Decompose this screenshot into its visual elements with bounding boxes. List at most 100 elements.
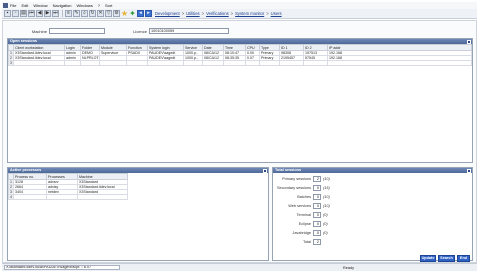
search-button[interactable]: Search <box>438 255 455 262</box>
terminal-limit: (0) <box>323 212 328 217</box>
back-icon[interactable]: ◂ <box>137 10 144 17</box>
first-record-icon[interactable]: ⏮ <box>28 10 35 17</box>
breadcrumb-verifications[interactable]: Verifications <box>206 11 229 16</box>
web-services-label: Web services <box>288 203 311 208</box>
table-cell[interactable] <box>223 60 246 66</box>
open-sessions-title-text: Open sessions <box>10 39 38 43</box>
table-cell[interactable] <box>147 60 184 66</box>
total-sessions-title-text: Total sessions <box>275 168 302 172</box>
zoom-icon[interactable]: ⌕ <box>81 10 88 17</box>
previous-record-icon[interactable]: ◀ <box>36 10 43 17</box>
favorite-star-icon[interactable]: ★ <box>121 9 128 17</box>
batches-limit: (10) <box>323 194 330 199</box>
panel-pin-icon[interactable] <box>467 168 471 173</box>
total-row: Total 2 <box>273 238 472 245</box>
licence-label: Licence <box>133 28 147 34</box>
open-sessions-title: Open sessions <box>8 39 472 44</box>
toolbar-divider <box>62 10 63 17</box>
secondary-sessions-value: 0 <box>313 184 321 191</box>
table-cell[interactable] <box>80 60 100 66</box>
licence-input[interactable]: 10010100059 <box>149 28 229 34</box>
table-cell[interactable] <box>46 194 78 200</box>
menu-navigation[interactable]: Navigation <box>53 3 72 8</box>
secondary-sessions-label: Secondary sessions <box>277 185 311 190</box>
delete-icon[interactable]: ✕ <box>97 10 104 17</box>
add-favorite-icon[interactable]: ✦ <box>129 9 136 17</box>
eclipse-label: Eclipse <box>298 221 311 226</box>
batches-value: 0 <box>313 193 321 200</box>
machine-input[interactable] <box>49 28 105 34</box>
table-cell[interactable] <box>99 60 127 66</box>
table-cell[interactable] <box>126 60 148 66</box>
table-cell[interactable] <box>13 60 65 66</box>
breadcrumb-utilities[interactable]: Utilities <box>186 11 200 16</box>
update-button[interactable]: Update <box>420 255 436 262</box>
web-services-row: Web services 0 (10) <box>273 202 472 209</box>
table-cell[interactable] <box>202 60 224 66</box>
main-frame: Machine Licence 10010100059 Open session… <box>2 20 477 263</box>
table-cell[interactable] <box>259 60 280 66</box>
forward-icon[interactable]: ▸ <box>145 10 152 17</box>
table-cell[interactable] <box>303 60 328 66</box>
total-sessions-title: Total sessions <box>273 168 472 173</box>
table-row[interactable]: 4 <box>8 194 128 200</box>
filter-icon[interactable]: ▽ <box>105 10 112 17</box>
options-icon[interactable]: ⚙ <box>113 10 120 17</box>
breadcrumb-users[interactable]: Users <box>271 11 282 16</box>
table-cell[interactable] <box>64 60 81 66</box>
machine-field-row: Machine <box>21 28 105 34</box>
comment-icon[interactable]: ✎ <box>73 10 80 17</box>
table-cell[interactable] <box>279 60 304 66</box>
table-cell[interactable] <box>183 60 203 66</box>
javabridge-label: Javabridge <box>292 230 311 235</box>
machine-label: Machine <box>31 28 47 34</box>
last-record-icon[interactable]: ⏭ <box>52 10 59 17</box>
total-value: 2 <box>313 238 321 245</box>
breadcrumb-separator: > <box>266 11 269 16</box>
eclipse-row: Eclipse 0 (0) <box>273 220 472 227</box>
end-button[interactable]: End <box>457 255 470 262</box>
attach-icon[interactable]: ≡ <box>65 10 72 17</box>
breadcrumb: Development > Utilities > Verifications … <box>155 11 282 16</box>
table-cell[interactable] <box>13 194 47 200</box>
menu-sort[interactable]: Sort <box>105 3 112 8</box>
table-cell[interactable] <box>77 194 128 200</box>
panel-pin-icon[interactable] <box>467 39 471 44</box>
save-icon[interactable]: ▪ <box>4 10 11 17</box>
active-processes-title: Active processes <box>8 168 268 173</box>
table-row[interactable]: 3 <box>8 60 472 66</box>
table-cell[interactable] <box>327 60 472 66</box>
javabridge-limit: (0) <box>323 230 328 235</box>
breadcrumb-system-monitor[interactable]: System monitor <box>235 11 264 16</box>
status-path: X3standard.ildev.local\PAUDEV\sagedt\sql… <box>4 265 120 270</box>
menu-edit[interactable]: Edit <box>21 3 28 8</box>
javabridge-row: Javabridge 0 (0) <box>273 229 472 236</box>
panel-pin-icon[interactable] <box>263 168 267 173</box>
open-sessions-table: Client workstation Login Folder Module F… <box>8 44 472 66</box>
menu-file[interactable]: File <box>10 3 16 8</box>
terminal-row: Terminal 0 (0) <box>273 211 472 218</box>
menu-bar: File Edit Window Navigation Windows ? So… <box>2 2 477 9</box>
batches-label: Batches <box>297 194 311 199</box>
breadcrumb-development[interactable]: Development <box>155 11 180 16</box>
menu-window[interactable]: Window <box>33 3 47 8</box>
copy-icon[interactable]: ▫ <box>12 10 19 17</box>
refresh-icon[interactable]: ↻ <box>89 10 96 17</box>
menu-help[interactable]: ? <box>98 3 100 8</box>
table-cell[interactable] <box>245 60 260 66</box>
active-processes-title-text: Active processes <box>10 168 42 172</box>
terminal-label: Terminal <box>296 212 311 217</box>
primary-sessions-limit: (10) <box>323 176 330 181</box>
table-cell[interactable]: NLPRLOT <box>80 55 100 61</box>
javabridge-value: 0 <box>313 229 321 236</box>
menu-windows[interactable]: Windows <box>77 3 93 8</box>
print-icon[interactable]: ▤ <box>20 10 27 17</box>
secondary-sessions-limit: (15) <box>323 185 330 190</box>
total-sessions-panel: Total sessions Primary sessions 2 (10) S… <box>272 167 473 261</box>
eclipse-limit: (0) <box>323 221 328 226</box>
open-sessions-panel: Open sessions Client workstation Login F… <box>7 38 473 163</box>
status-ready: Ready <box>343 265 354 270</box>
next-record-icon[interactable]: ▶ <box>44 10 51 17</box>
batches-row: Batches 0 (10) <box>273 193 472 200</box>
app-icon <box>3 3 8 8</box>
